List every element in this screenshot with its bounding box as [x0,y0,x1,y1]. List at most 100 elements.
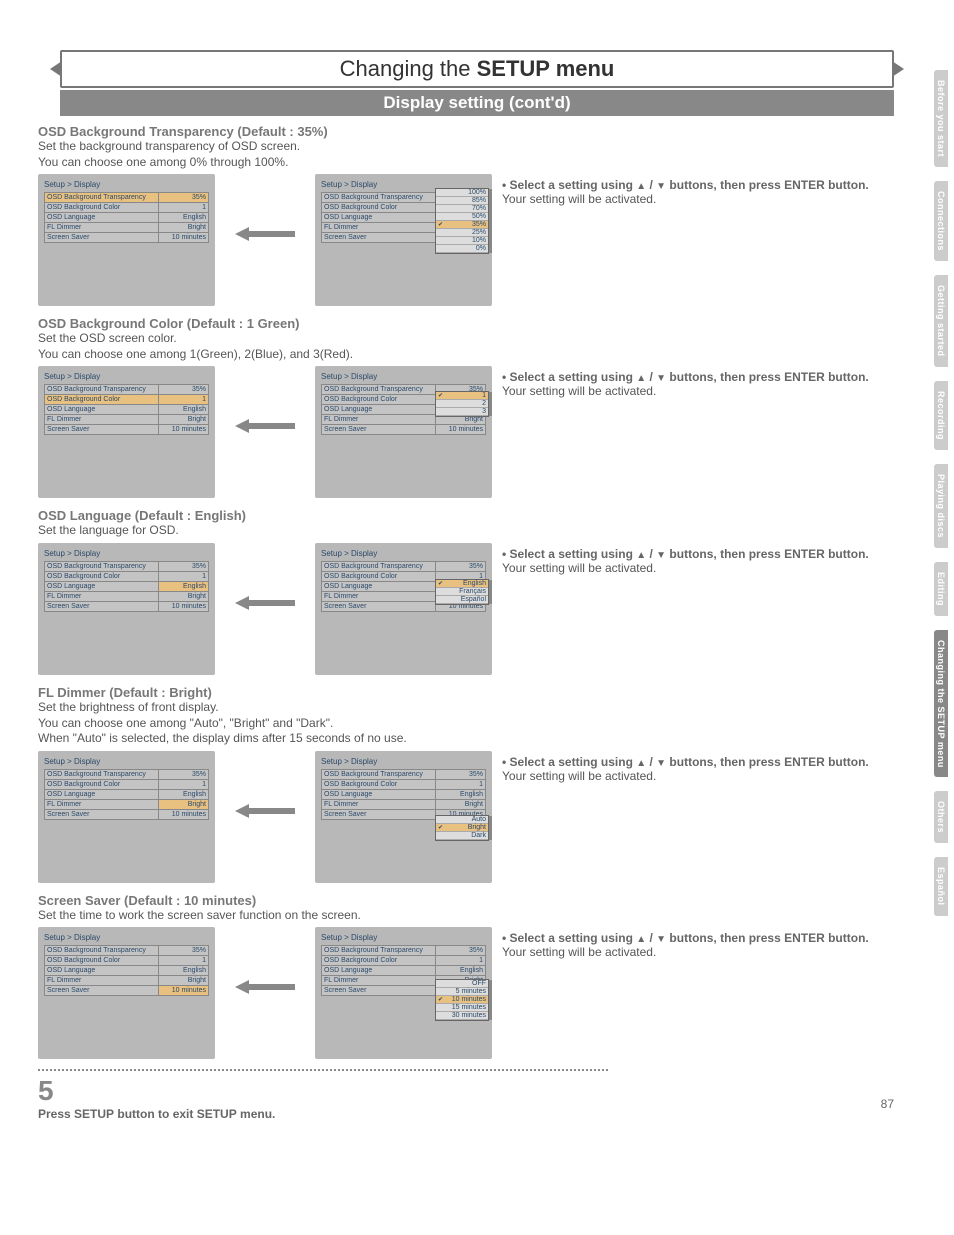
menu-table: OSD Background Transparency35%OSD Backgr… [44,384,209,435]
down-icon: ▼ [656,373,666,384]
menu-row[interactable]: OSD LanguageEnglish [45,213,209,223]
dropdown-option[interactable]: 0% [436,245,488,253]
down-icon: ▼ [656,181,666,192]
side-tab[interactable]: Getting started [934,275,948,367]
dropdown-option[interactable]: 30 minutes [436,1012,488,1020]
menu-row[interactable]: OSD Background Transparency35% [322,946,486,956]
menu-row[interactable]: OSD Background Transparency35% [45,193,209,203]
menu-row[interactable]: FL DimmerBright [45,976,209,986]
up-icon: ▲ [636,181,646,192]
menu-row[interactable]: Screen Saver10 minutes [45,601,209,611]
dropdown-option[interactable]: 25% [436,229,488,237]
side-tab[interactable]: Changing the SETUP menu [934,630,948,778]
arrow-left-icon [225,366,305,486]
breadcrumb: Setup > Display [321,372,486,381]
menu-row[interactable]: OSD LanguageEnglish [45,789,209,799]
breadcrumb: Setup > Display [44,549,209,558]
options-dropdown[interactable]: EnglishFrançaisEspañol [435,579,489,605]
instruction-lead: Select a setting using ▲ / ▼ buttons, th… [502,370,889,384]
menu-row[interactable]: Screen Saver10 minutes [45,986,209,996]
menu-row[interactable]: OSD Background Color1 [45,203,209,213]
breadcrumb: Setup > Display [44,372,209,381]
dropdown-option[interactable]: 15 minutes [436,1004,488,1012]
dropdown-option[interactable]: Dark [436,832,488,840]
options-dropdown[interactable]: 123 [435,391,489,417]
menu-row[interactable]: OSD Background Transparency35% [45,385,209,395]
scrollbar[interactable] [489,189,492,253]
menu-row[interactable]: OSD LanguageEnglish [45,405,209,415]
arrow-left-icon [225,174,305,294]
result-panel: Setup > Display OSD Background Transparen… [38,543,215,675]
dropdown-option[interactable]: English [436,580,488,588]
menu-row[interactable]: OSD Background Transparency35% [322,561,486,571]
menu-row[interactable]: OSD Background Transparency35% [45,946,209,956]
menu-row[interactable]: FL DimmerBright [45,591,209,601]
menu-table: OSD Background Transparency35%OSD Backgr… [44,945,209,996]
breadcrumb: Setup > Display [44,180,209,189]
dropdown-option[interactable]: Español [436,596,488,604]
scrollbar[interactable] [489,816,492,840]
dropdown-option[interactable]: 1 [436,392,488,400]
dropdown-option[interactable]: 70% [436,205,488,213]
menu-row[interactable]: FL DimmerBright [45,415,209,425]
menu-row[interactable]: OSD LanguageEnglish [322,966,486,976]
options-dropdown[interactable]: OFF5 minutes10 minutes15 minutes30 minut… [435,979,489,1021]
menu-row[interactable]: OSD LanguageEnglish [45,581,209,591]
menu-row[interactable]: OSD LanguageEnglish [322,789,486,799]
scrollbar[interactable] [489,392,492,416]
menu-row[interactable]: OSD Background Color1 [45,571,209,581]
dropdown-option[interactable]: Auto [436,816,488,824]
menu-row[interactable]: Screen Saver10 minutes [45,425,209,435]
dropdown-option[interactable]: 85% [436,197,488,205]
menu-row[interactable]: FL DimmerBright [322,799,486,809]
dropdown-option[interactable]: 5 minutes [436,988,488,996]
side-tab[interactable]: Connections [934,181,948,261]
menu-row[interactable]: OSD Background Color1 [322,779,486,789]
menu-row[interactable]: Screen Saver10 minutes [322,425,486,435]
side-tab[interactable]: Others [934,791,948,843]
menu-row[interactable]: OSD Background Color1 [45,956,209,966]
section-body: Set the OSD screen color.You can choose … [38,331,889,362]
menu-row[interactable]: OSD Background Color1 [45,779,209,789]
side-tab[interactable]: Editing [934,562,948,616]
select-panel: Setup > DisplayOSD Background Transparen… [315,751,492,883]
dropdown-option[interactable]: OFF [436,980,488,988]
instruction-result: Your setting will be activated. [502,769,889,783]
menu-row[interactable]: OSD Background Transparency35% [322,769,486,779]
options-dropdown[interactable]: AutoBrightDark [435,815,489,841]
breadcrumb: Setup > Display [44,933,209,942]
menu-row[interactable]: FL DimmerBright [45,223,209,233]
dropdown-option[interactable]: 10 minutes [436,996,488,1004]
dropdown-option[interactable]: 2 [436,400,488,408]
menu-table: OSD Background Transparency35%OSD Backgr… [321,769,486,820]
section-tabs: Before you start Connections Getting start… [934,70,948,916]
dropdown-option[interactable]: 3 [436,408,488,416]
menu-row[interactable]: OSD Background Color1 [45,395,209,405]
section-heading: FL Dimmer (Default : Bright) [38,685,889,700]
instruction-block: Select a setting using ▲ / ▼ buttons, th… [502,366,889,398]
dropdown-option[interactable]: Bright [436,824,488,832]
menu-row[interactable]: Screen Saver10 minutes [45,233,209,243]
scrollbar[interactable] [489,580,492,604]
dropdown-option[interactable]: 10% [436,237,488,245]
menu-row[interactable]: OSD Background Transparency35% [45,561,209,571]
section-body: Set the brightness of front display.You … [38,700,889,747]
menu-row[interactable]: FL DimmerBright [45,799,209,809]
dropdown-option[interactable]: 35% [436,221,488,229]
menu-row[interactable]: OSD Background Transparency35% [45,769,209,779]
dropdown-option[interactable]: 100% [436,189,488,197]
menu-row[interactable]: OSD Background Color1 [322,956,486,966]
side-tab[interactable]: Recording [934,381,948,450]
dropdown-option[interactable]: Français [436,588,488,596]
section-heading: OSD Background Color (Default : 1 Green) [38,316,889,331]
scrollbar[interactable] [489,980,492,1020]
arrow-left-icon [225,751,305,871]
options-dropdown[interactable]: 100%85%70%50%35%25%10%0% [435,188,489,254]
menu-row[interactable]: OSD LanguageEnglish [45,966,209,976]
instruction-lead: Select a setting using ▲ / ▼ buttons, th… [502,178,889,192]
side-tab[interactable]: Before you start [934,70,948,167]
dropdown-option[interactable]: 50% [436,213,488,221]
side-tab[interactable]: Playing discs [934,464,948,548]
menu-row[interactable]: Screen Saver10 minutes [45,809,209,819]
side-tab[interactable]: Español [934,857,948,916]
